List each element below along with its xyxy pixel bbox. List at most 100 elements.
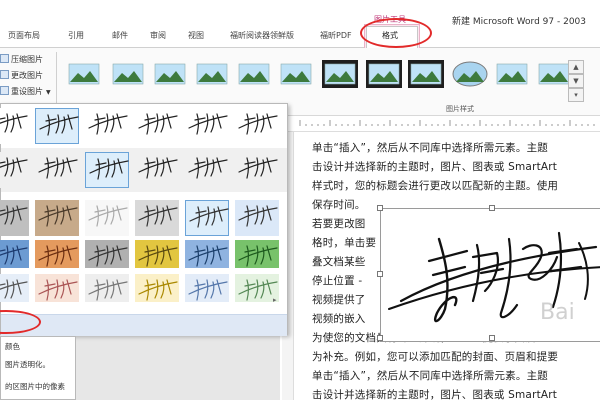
change-picture-button[interactable]: 更改图片 — [0, 70, 43, 81]
recolor-option[interactable] — [35, 240, 79, 268]
reset-picture-button[interactable]: 重设图片 ▼ — [0, 86, 51, 97]
signature-preview-icon — [138, 279, 178, 301]
recolor-option[interactable] — [135, 152, 179, 188]
recolor-option[interactable] — [35, 152, 79, 188]
picture-style-thumbnail[interactable] — [452, 60, 488, 88]
picture-style-thumbnail[interactable] — [278, 60, 314, 88]
reset-icon — [0, 86, 9, 95]
window-title: 新建 Microsoft Word 97 - 2003 — [452, 17, 586, 27]
recolor-option[interactable] — [185, 274, 229, 302]
picture-style-thumbnail[interactable] — [66, 60, 102, 88]
recolor-option[interactable] — [85, 200, 129, 236]
picture-style-thumbnail[interactable] — [110, 60, 146, 88]
doc-line: 单击“插入”，然后从不同库中选择所需元素。主题 — [312, 142, 548, 154]
recolor-option[interactable] — [0, 200, 29, 236]
signature-preview-icon — [238, 113, 278, 135]
signature-preview-icon — [238, 157, 278, 179]
recolor-option[interactable] — [0, 152, 29, 188]
ruler-ticks — [299, 120, 595, 126]
signature-preview-icon — [189, 206, 229, 228]
picture-style-thumbnail[interactable] — [366, 60, 402, 88]
signature-preview-icon — [38, 205, 78, 227]
landscape-icon — [452, 61, 488, 87]
signature-preview-icon — [38, 157, 78, 179]
recolor-option[interactable] — [135, 240, 179, 268]
landscape-icon — [322, 60, 358, 88]
submenu-item[interactable]: 图片透明化。 — [5, 359, 50, 370]
signature-preview-icon — [138, 113, 178, 135]
recolor-menu-item-highlighted[interactable] — [1, 314, 287, 336]
change-picture-label: 更改图片 — [11, 71, 43, 80]
change-picture-icon — [0, 70, 9, 79]
recolor-option[interactable] — [35, 274, 79, 302]
gallery-scroll-down[interactable]: ▼ — [568, 74, 584, 88]
watermark: Bai — [540, 300, 575, 325]
signature-preview-icon — [238, 205, 278, 227]
landscape-icon — [280, 63, 312, 85]
resize-handle[interactable] — [377, 271, 383, 277]
tab-references[interactable]: 引用 — [68, 30, 84, 41]
recolor-option[interactable] — [185, 240, 229, 268]
picture-style-thumbnail[interactable] — [236, 60, 272, 88]
gallery-scroll-up[interactable]: ▲ — [568, 60, 584, 74]
picture-style-thumbnail[interactable] — [408, 60, 444, 88]
more-variations-arrow-icon[interactable]: ▸ — [273, 296, 277, 304]
dropdown-arrow-icon: ▼ — [46, 89, 51, 96]
gallery-more[interactable]: ▾ — [568, 88, 584, 102]
tab-mailings[interactable]: 邮件 — [112, 30, 128, 41]
landscape-icon — [154, 63, 186, 85]
signature-preview-icon — [39, 114, 79, 136]
recolor-option[interactable] — [135, 200, 179, 236]
signature-preview-icon — [138, 157, 178, 179]
submenu-item[interactable]: 的区图片中的像素 — [5, 381, 65, 392]
signature-preview-icon — [38, 245, 78, 267]
recolor-option[interactable] — [185, 108, 229, 144]
picture-style-thumbnail[interactable] — [152, 60, 188, 88]
resize-handle[interactable] — [377, 205, 383, 211]
recolor-option[interactable] — [185, 200, 229, 236]
tab-page-layout[interactable]: 页面布局 — [8, 30, 40, 41]
submenu-item[interactable]: 颜色 — [5, 341, 20, 352]
recolor-option[interactable] — [85, 274, 129, 302]
recolor-option[interactable] — [85, 152, 129, 188]
recolor-option[interactable] — [185, 152, 229, 188]
landscape-icon — [366, 60, 402, 88]
recolor-option[interactable] — [235, 200, 279, 236]
doc-line: 为补充。例如，您可以添加匹配的封面、页眉和提要 — [312, 351, 559, 363]
resize-handle[interactable] — [489, 335, 495, 341]
recolor-option[interactable] — [35, 108, 79, 144]
signature-preview-icon — [138, 205, 178, 227]
recolor-option[interactable] — [0, 274, 29, 302]
signature-preview-icon — [88, 205, 128, 227]
doc-line: 若要更改图 — [312, 218, 366, 230]
recolor-option[interactable] — [235, 152, 279, 188]
tab-review[interactable]: 审阅 — [150, 30, 166, 41]
picture-style-thumbnail[interactable] — [494, 60, 530, 88]
doc-line: 格时，单击要 — [312, 237, 377, 249]
tab-foxit-pdf[interactable]: 福昕PDF — [320, 30, 352, 41]
tab-foxit-reader[interactable]: 福昕阅读器领鲜版 — [230, 30, 294, 41]
picture-style-thumbnail[interactable] — [536, 60, 572, 88]
recolor-option[interactable] — [135, 108, 179, 144]
recolor-option[interactable] — [35, 200, 79, 236]
recolor-option[interactable] — [235, 108, 279, 144]
picture-style-thumbnail[interactable] — [194, 60, 230, 88]
resize-handle[interactable] — [377, 335, 383, 341]
compress-pictures-button[interactable]: 压缩图片 — [0, 54, 43, 65]
recolor-option[interactable] — [0, 240, 29, 268]
doc-line: 击设计并选择新的主题时，图片、图表或 SmartArt — [312, 161, 558, 173]
signature-preview-icon — [188, 279, 228, 301]
recolor-option[interactable] — [85, 108, 129, 144]
signature-preview-icon — [0, 113, 28, 133]
recolor-submenu: 颜色 图片透明化。 的区图片中的像素 — [0, 336, 76, 400]
doc-line: 视频提供了 — [312, 294, 366, 306]
tab-view[interactable]: 视图 — [188, 30, 204, 41]
landscape-icon — [196, 63, 228, 85]
resize-handle[interactable] — [489, 205, 495, 211]
recolor-option[interactable] — [0, 108, 29, 144]
picture-style-thumbnail[interactable] — [322, 60, 358, 88]
recolor-option[interactable] — [235, 240, 279, 268]
recolor-option[interactable] — [135, 274, 179, 302]
doc-line: 单击“插入”，然后从不同库中选择所需元素。主题 — [312, 370, 548, 382]
recolor-option[interactable] — [85, 240, 129, 268]
